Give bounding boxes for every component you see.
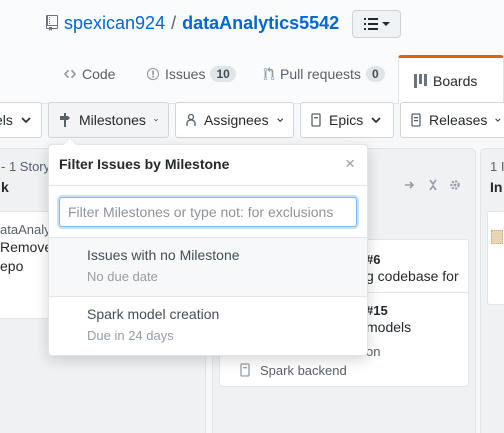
labels-filter-label: els [0,112,13,128]
column-title: In [490,179,503,195]
automation-icon [403,179,415,191]
milestone-option-due: Due in 24 days [87,328,174,343]
tab-pull-requests-label: Pull requests [280,66,361,82]
collapse-icon[interactable] [427,179,439,191]
milestone-option-title: Issues with no Milestone [87,247,240,263]
repo-breadcrumb: spexican924 / dataAnalytics5542 [46,12,339,34]
card-number: #15 [366,303,388,318]
milestone-option-none[interactable]: Issues with no Milestone No due date [49,237,367,297]
card-repo: ataAnaly [0,222,51,237]
pull-requests-count-badge: 0 [365,66,385,82]
milestone-option-title: Spark model creation [87,306,220,322]
divider [49,185,367,186]
card-meta: on [366,344,381,359]
epic-icon [311,113,321,127]
milestones-filter-button[interactable]: Milestones [48,102,169,138]
milestone-icon [59,113,71,127]
repo-nav-tabs: Code Issues 10 Pull requests 0 Boards [0,55,504,104]
card-title-line1: Remove [0,239,53,255]
tab-code-label: Code [82,66,116,82]
card-title: g codebase for [366,268,459,284]
project-icon [414,74,428,88]
milestone-filter-input[interactable] [59,197,357,227]
view-menu-button[interactable] [352,10,401,38]
epics-filter-button[interactable]: Epics [300,102,394,138]
epics-filter-label: Epics [329,112,364,128]
milestone-option-spark-model-creation[interactable]: Spark model creation Due in 24 days [49,296,367,356]
chevron-down-icon [495,118,501,122]
labels-filter-button[interactable]: els [0,102,42,138]
issue-icon [146,67,160,81]
repo-header: spexican924 / dataAnalytics5542 Code Iss… [0,0,504,104]
card-number: #6 [366,252,381,267]
chevron-down-icon [21,117,31,123]
gear-icon[interactable] [449,179,461,191]
assignees-filter-label: Assignees [204,112,269,128]
tab-pull-requests[interactable]: Pull requests 0 [263,55,385,93]
repo-name-link[interactable]: dataAnalytics5542 [182,13,339,34]
person-icon [186,113,196,127]
assignees-filter-button[interactable]: Assignees [175,102,294,138]
repo-owner-link[interactable]: spexican924 [64,13,165,34]
issue-card[interactable] [487,211,504,305]
tab-issues[interactable]: Issues 10 [146,55,236,93]
card-epic: Spark backend [260,363,347,378]
chevron-down-icon [276,118,283,123]
repo-icon [46,15,58,31]
code-icon [63,67,77,81]
card-title: models [366,319,412,335]
chevron-down-icon [371,117,381,123]
issues-count-badge: 10 [210,66,236,82]
release-icon [411,113,421,127]
milestones-filter-label: Milestones [79,112,146,128]
pull-request-icon [263,67,275,81]
tab-code[interactable]: Code [63,55,115,93]
close-icon[interactable]: × [345,155,355,173]
epic-icon [240,363,250,377]
column-count: - 1 Story [1,159,51,174]
board-column-3: 1 I In [480,148,504,433]
tab-issues-label: Issues [165,66,206,82]
milestone-option-due: No due date [87,269,158,284]
dropdown-title: Filter Issues by Milestone [59,156,230,172]
list-icon [363,18,378,30]
tab-boards-label: Boards [433,73,478,89]
repo-separator: / [171,12,177,33]
chevron-down-icon [154,118,158,122]
milestone-filter-dropdown: Filter Issues by Milestone × Issues with… [48,137,368,356]
tab-boards[interactable]: Boards [398,55,504,104]
releases-filter-button[interactable]: Releases [400,102,504,138]
avatar [491,230,503,244]
chevron-down-icon [381,22,390,26]
column-title: k [1,179,9,195]
releases-filter-label: Releases [429,112,488,128]
column-count: 1 I [490,159,504,174]
card-title-line2: epo [0,258,24,274]
